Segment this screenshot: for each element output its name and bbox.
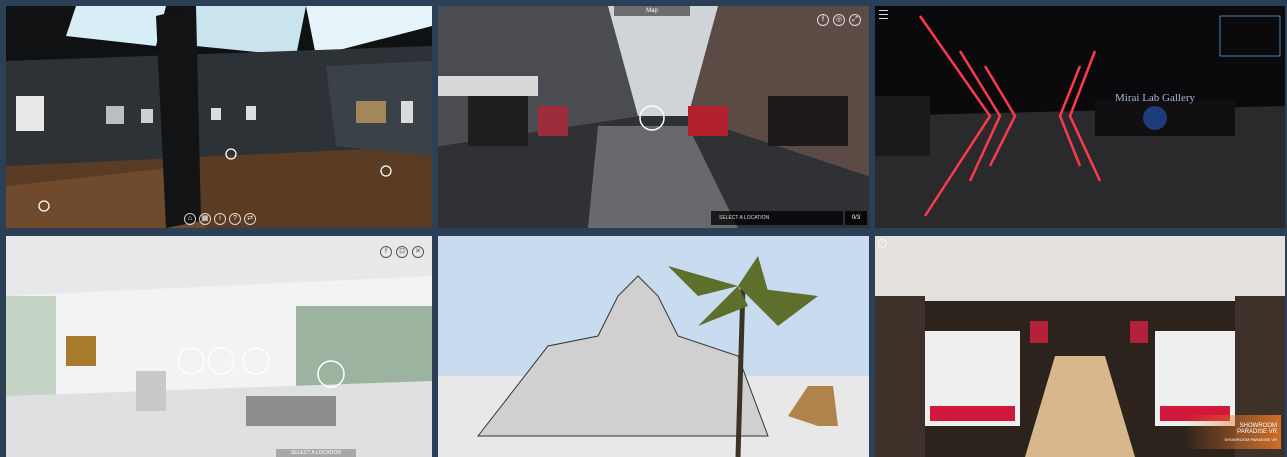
location-counter: 0/3 [845, 211, 867, 225]
tile-sketch-scene[interactable] [438, 236, 869, 457]
gallery-sign: Mirai Lab Gallery [1115, 92, 1196, 104]
tile-neon-gallery[interactable]: Mirai Lab Gallery [875, 6, 1285, 228]
street-scene [438, 6, 869, 228]
tile-shop-scene[interactable]: i SHOWROOM PARADISE VR SHOWROOM PARADISE… [875, 236, 1285, 457]
facebook-icon[interactable]: f [817, 14, 829, 26]
facebook-icon[interactable]: f [380, 246, 392, 258]
instagram-icon[interactable]: ◎ [833, 14, 845, 26]
home-icon[interactable]: ⌂ [184, 213, 196, 225]
help-icon[interactable]: ? [229, 213, 241, 225]
badge-title: SHOWROOM PARADISE VR [1237, 423, 1277, 435]
select-location-bar[interactable]: SELECT A LOCATION [276, 449, 356, 457]
menu-icon[interactable] [879, 10, 888, 19]
dark-gallery-scene [6, 6, 432, 228]
share-icon[interactable]: ⇄ [244, 213, 256, 225]
info-icon[interactable]: i [878, 239, 887, 248]
tile-street-tour[interactable]: Map f ◎ ⤢ SELECT A LOCATION 0/3 [438, 6, 869, 228]
white-gallery-scene [6, 236, 432, 457]
neon-scene [875, 6, 1285, 228]
badge-subtitle: SHOWROOM PARADISE VR [1224, 437, 1277, 442]
save-icon[interactable]: ⊡ [396, 246, 408, 258]
showroom-badge: SHOWROOM PARADISE VR SHOWROOM PARADISE V… [1183, 415, 1281, 449]
sketch-scene [438, 236, 869, 457]
virtual-tour-grid: ⌂ ▦ i ? ⇄ Map f ◎ ⤢ SELECT A LOCATION 0/… [0, 0, 1287, 457]
gallery-icon[interactable]: ▦ [199, 213, 211, 225]
info-icon[interactable]: i [214, 213, 226, 225]
close-icon[interactable]: ✕ [412, 246, 424, 258]
fullscreen-icon[interactable]: ⤢ [849, 14, 861, 26]
tile-white-gallery[interactable]: f ⊡ ✕ SELECT A LOCATION [6, 236, 432, 457]
select-location-bar[interactable]: SELECT A LOCATION [711, 211, 843, 225]
map-tab[interactable]: Map [614, 6, 690, 16]
tile-dark-gallery[interactable]: ⌂ ▦ i ? ⇄ [6, 6, 432, 228]
